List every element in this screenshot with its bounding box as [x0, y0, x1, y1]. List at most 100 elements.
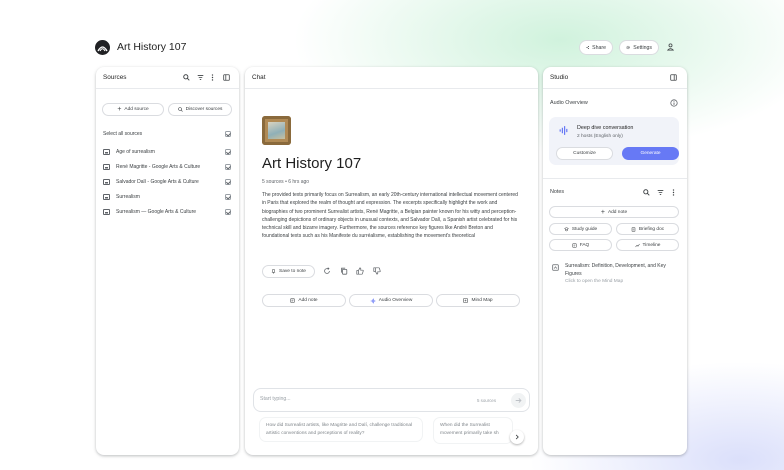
document-icon — [103, 194, 110, 200]
info-icon[interactable] — [670, 99, 678, 107]
discover-icon — [177, 107, 183, 112]
notebook-summary: The provided texts primarily focus on Su… — [262, 192, 518, 240]
send-button[interactable] — [511, 393, 526, 408]
briefing-doc-button[interactable]: Briefing doc — [616, 223, 679, 235]
chat-header: Chat — [245, 67, 538, 89]
search-icon[interactable] — [183, 74, 190, 81]
faq-label: FAQ — [579, 242, 590, 248]
share-icon — [586, 46, 590, 49]
source-count: 5 sources — [477, 398, 497, 403]
share-label: Share — [592, 44, 606, 51]
filter-icon[interactable] — [197, 74, 204, 81]
mind-map-button[interactable]: Mind Map — [436, 294, 520, 307]
source-item-label: René Magritte - Google Arts & Culture — [116, 164, 201, 170]
study-guide-button[interactable]: Study guide — [549, 223, 612, 235]
sources-panel: Sources + Add source Discover sources Se… — [96, 67, 239, 455]
select-all-checkbox[interactable] — [225, 131, 231, 137]
select-all-row[interactable]: Select all sources — [103, 130, 233, 140]
chevron-right-icon — [515, 434, 519, 440]
plus-icon: + — [117, 106, 122, 113]
source-item[interactable]: Surrealism — Google Arts & Culture — [103, 208, 233, 218]
source-checkbox[interactable] — [225, 194, 231, 200]
suggestion-chip[interactable]: When did the Surrealist movement primari… — [433, 417, 513, 444]
document-icon — [103, 164, 110, 170]
source-checkbox[interactable] — [225, 179, 231, 185]
notes-section-label: Notes — [550, 189, 565, 195]
panel-icon[interactable] — [223, 74, 230, 81]
customize-label: Customize — [573, 151, 596, 156]
mind-map-label: Mind Map — [471, 298, 493, 303]
chat-title: Chat — [252, 74, 266, 81]
faq-icon — [571, 243, 577, 247]
generate-button[interactable]: Generate — [622, 147, 679, 160]
source-item[interactable]: Age of surrealism — [103, 148, 233, 158]
logo-icon[interactable] — [95, 40, 110, 55]
copy-icon[interactable] — [340, 267, 348, 275]
source-item-label: Salvador Dalí - Google Arts & Culture — [116, 179, 199, 185]
notebook-thumbnail — [262, 116, 291, 145]
studio-add-note-label: Add note — [607, 209, 628, 215]
mind-map-note-title: Surrealism: Definition, Development, and… — [565, 263, 666, 277]
waveform-icon — [559, 126, 568, 135]
source-item-label: Age of surrealism — [116, 149, 155, 155]
add-note-label: Add note — [298, 298, 318, 303]
document-icon — [103, 179, 110, 185]
studio-panel: Studio Audio Overview Deep dive conversa… — [543, 67, 687, 455]
audio-overview-button[interactable]: Audio Overview — [349, 294, 433, 307]
mind-map-icon — [552, 264, 559, 271]
studio-title: Studio — [550, 74, 569, 81]
sources-title: Sources — [103, 74, 127, 81]
suggestions-next-button[interactable] — [510, 430, 524, 444]
section-divider — [543, 178, 687, 179]
studio-add-note-button[interactable]: + Add note — [549, 206, 679, 218]
chat-panel: Chat Art History 107 5 sources • 6 hrs a… — [245, 67, 538, 455]
account-icon[interactable] — [667, 43, 674, 51]
study-guide-label: Study guide — [571, 226, 598, 232]
thumb-up-icon[interactable] — [356, 267, 364, 275]
source-checkbox[interactable] — [225, 209, 231, 215]
source-item[interactable]: Salvador Dalí - Google Arts & Culture — [103, 178, 233, 188]
source-item-label: Surrealism — Google Arts & Culture — [116, 209, 197, 215]
faq-button[interactable]: FAQ — [549, 239, 612, 251]
document-icon — [103, 209, 110, 215]
source-checkbox[interactable] — [225, 164, 231, 170]
discover-sources-button[interactable]: Discover sources — [168, 103, 232, 116]
audio-overview-section-label: Audio Overview — [550, 100, 588, 106]
more-icon[interactable] — [211, 74, 214, 81]
add-source-button[interactable]: + Add source — [102, 103, 164, 116]
save-to-note-button[interactable]: Save to note — [262, 265, 315, 278]
filter-icon[interactable] — [657, 189, 664, 196]
app-title: Art History 107 — [117, 41, 187, 53]
customize-button[interactable]: Customize — [556, 147, 613, 160]
document-icon — [103, 149, 110, 155]
audio-card-title: Deep dive conversation — [577, 125, 634, 131]
source-checkbox[interactable] — [225, 149, 231, 155]
add-source-label: Add source — [124, 107, 149, 112]
audio-overview-card: Deep dive conversation 2 hosts (English … — [549, 117, 679, 165]
audio-card-subtitle: 2 hosts (English only) — [577, 134, 623, 139]
briefing-icon — [631, 226, 636, 232]
studio-header: Studio — [543, 67, 687, 89]
notebook-title: Art History 107 — [262, 155, 362, 172]
source-item[interactable]: Surrealism — [103, 193, 233, 203]
chat-input-box: 5 sources — [253, 388, 530, 412]
refresh-icon[interactable] — [323, 267, 331, 275]
notebook-meta: 5 sources • 6 hrs ago — [262, 179, 310, 185]
timeline-button[interactable]: Timeline — [616, 239, 679, 251]
save-to-note-label: Save to note — [279, 269, 306, 274]
source-item[interactable]: René Magritte - Google Arts & Culture — [103, 163, 233, 173]
gear-icon — [626, 45, 630, 50]
note-icon — [290, 298, 295, 303]
briefing-doc-label: Briefing doc — [638, 226, 665, 232]
audio-icon — [370, 298, 375, 303]
plus-icon: + — [600, 208, 605, 216]
more-icon[interactable] — [672, 189, 675, 196]
chat-input[interactable] — [260, 396, 440, 402]
add-note-button[interactable]: Add note — [262, 294, 346, 307]
search-icon[interactable] — [643, 189, 650, 196]
suggestion-chip[interactable]: How did Surrealist artists, like Magritt… — [259, 417, 423, 442]
panel-icon[interactable] — [670, 74, 677, 81]
thumb-down-icon[interactable] — [373, 267, 381, 275]
settings-button[interactable]: Settings — [619, 40, 659, 55]
share-button[interactable]: Share — [579, 40, 613, 55]
